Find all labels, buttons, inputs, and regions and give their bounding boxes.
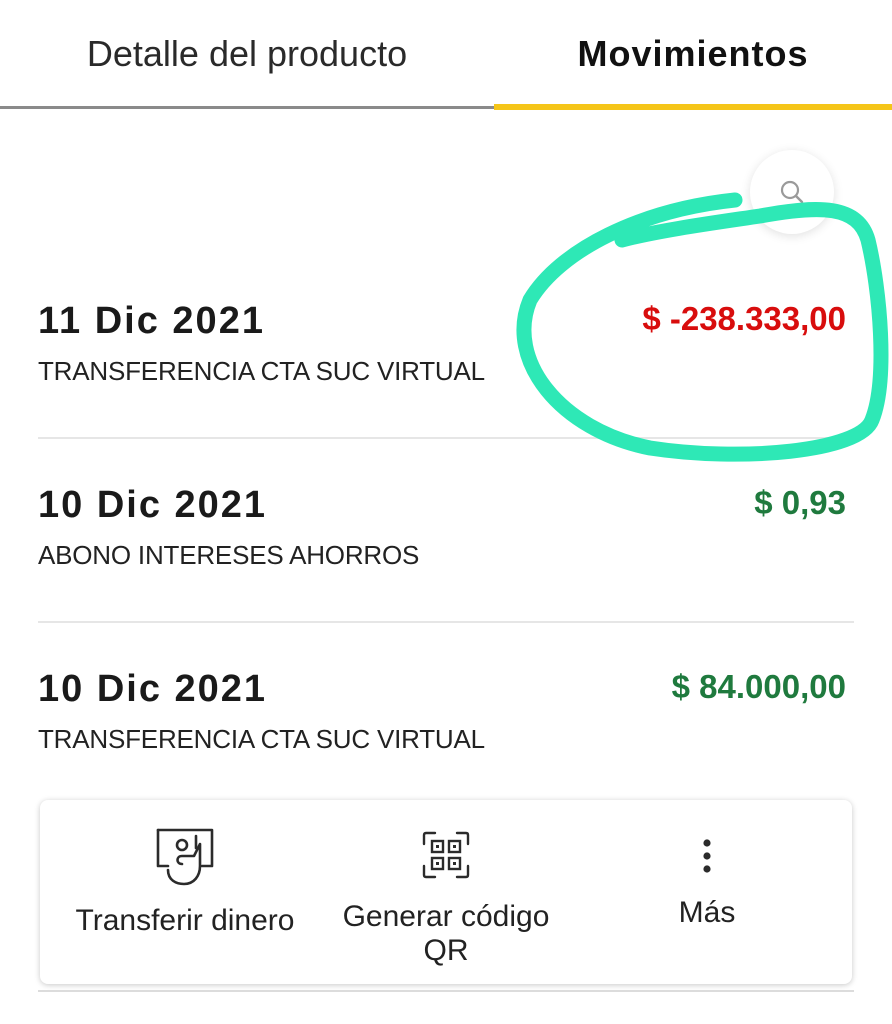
transaction-amount: $ 0,93 <box>754 484 846 521</box>
generate-qr-button[interactable]: Generar código QR <box>330 800 562 984</box>
search-icon <box>780 180 804 204</box>
transfer-money-label: Transferir dinero <box>75 904 295 937</box>
transaction-description: TRANSFERENCIA CTA SUC VIRTUAL <box>38 356 485 386</box>
tab-bar: Detalle del producto Movimientos <box>0 0 892 110</box>
transaction-amount: $ 84.000,00 <box>671 668 846 705</box>
tab-movements-label: Movimientos <box>577 33 809 74</box>
active-tab-indicator <box>494 104 892 110</box>
transaction-row[interactable]: 11 Dic 2021 TRANSFERENCIA CTA SUC VIRTUA… <box>38 300 854 390</box>
tab-product-detail-label: Detalle del producto <box>86 33 408 74</box>
tab-movements[interactable]: Movimientos <box>494 0 892 108</box>
transaction-description: ABONO INTERESES AHORROS <box>38 540 420 570</box>
row-divider <box>38 621 854 623</box>
bottom-divider <box>38 990 854 992</box>
row-divider <box>38 437 854 439</box>
transfer-money-icon <box>156 828 214 886</box>
tab-product-detail[interactable]: Detalle del producto <box>0 0 494 108</box>
more-button[interactable]: Más <box>562 800 852 984</box>
transaction-date: 11 Dic 2021 <box>38 300 265 342</box>
generate-qr-label: Generar código QR <box>330 900 562 968</box>
transaction-row[interactable]: 10 Dic 2021 ABONO INTERESES AHORROS $ 0,… <box>38 484 854 574</box>
more-vertical-icon <box>703 839 711 873</box>
search-button[interactable] <box>750 150 834 234</box>
more-label: Más <box>678 896 736 929</box>
transaction-date: 10 Dic 2021 <box>38 484 268 526</box>
transaction-date: 10 Dic 2021 <box>38 668 268 710</box>
generate-qr-label-line1: Generar código <box>342 900 550 933</box>
generate-qr-label-line2: QR <box>423 934 469 967</box>
tab-divider <box>0 106 494 109</box>
qr-code-icon <box>422 831 470 879</box>
transfer-money-button[interactable]: Transferir dinero <box>40 800 330 984</box>
transaction-amount: $ -238.333,00 <box>642 300 846 337</box>
quick-actions-card: Transferir dinero Generar código QR Más <box>40 800 852 984</box>
transaction-description: TRANSFERENCIA CTA SUC VIRTUAL <box>38 724 485 754</box>
transaction-row[interactable]: 10 Dic 2021 TRANSFERENCIA CTA SUC VIRTUA… <box>38 668 854 758</box>
